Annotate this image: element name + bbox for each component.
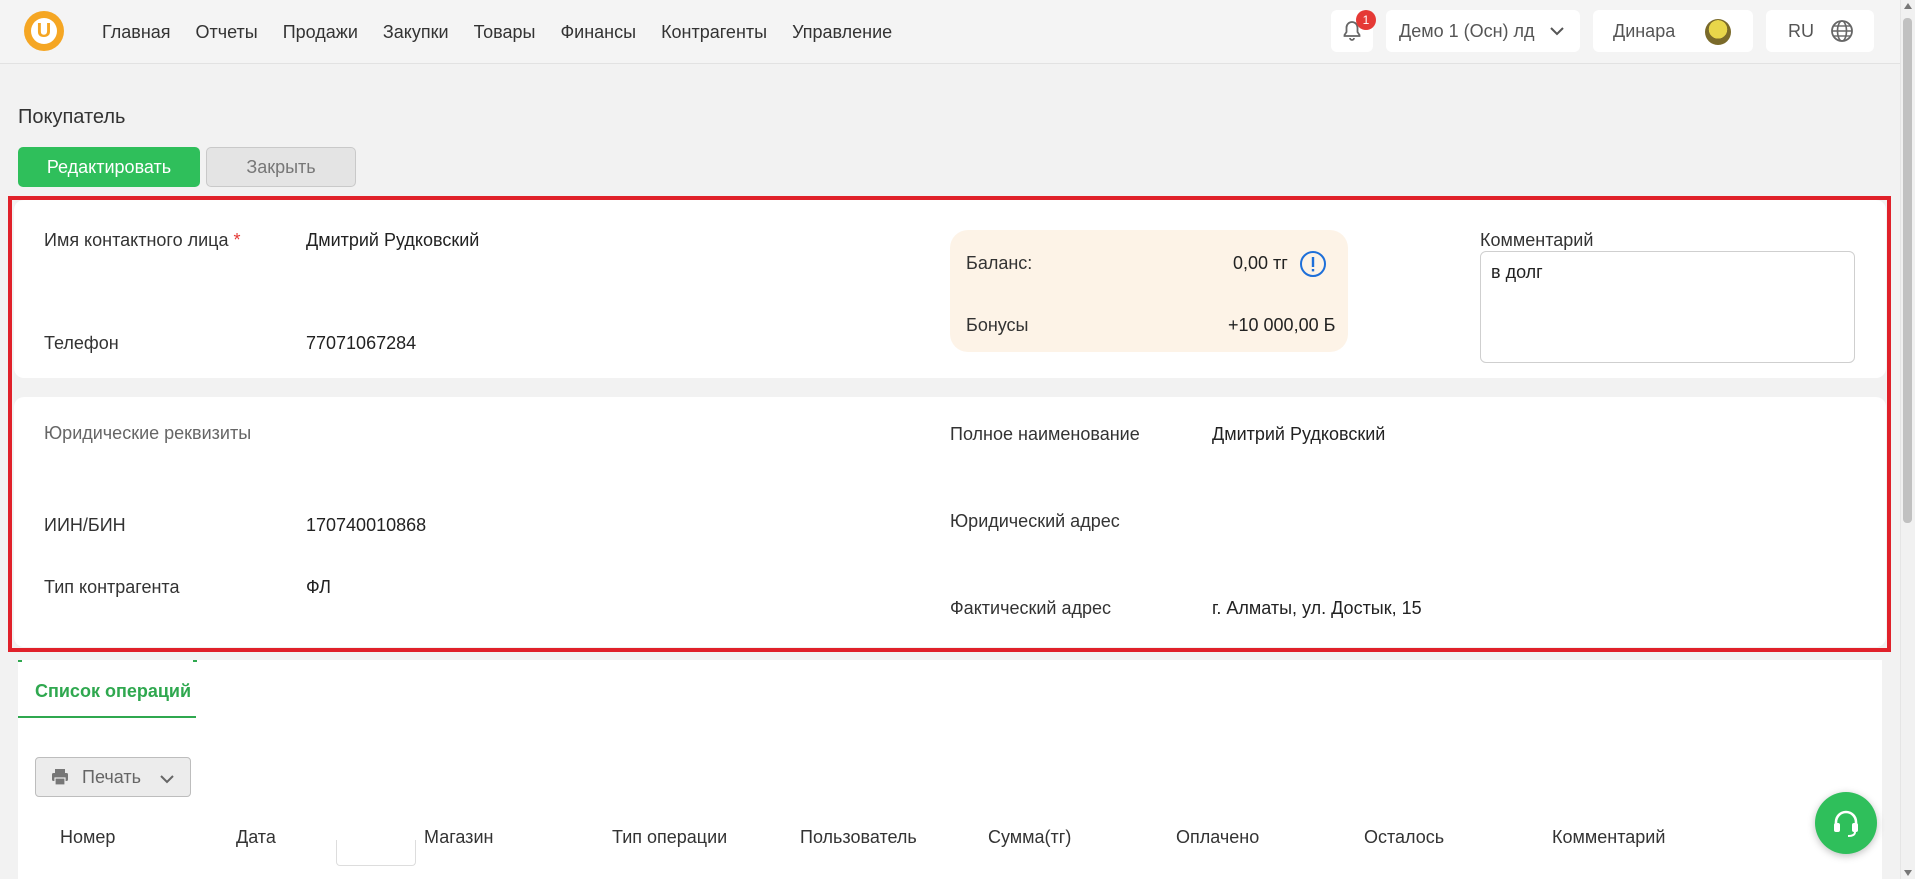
nav-item-management[interactable]: Управление xyxy=(792,22,892,43)
column-header-comment[interactable]: Комментарий xyxy=(1552,827,1665,848)
tab-operations-list[interactable]: Список операций xyxy=(18,666,196,718)
avatar xyxy=(1705,19,1731,45)
main-nav: Главная Отчеты Продажи Закупки Товары Фи… xyxy=(102,22,917,43)
globe-icon xyxy=(1831,20,1853,42)
store-selector[interactable]: Демо 1 (Осн) лд xyxy=(1386,10,1580,52)
scroll-up-arrow[interactable] xyxy=(1904,3,1912,9)
language-code: RU xyxy=(1788,20,1814,41)
notification-count-badge: 1 xyxy=(1356,10,1376,30)
printer-icon xyxy=(52,769,68,786)
column-header-operation-type[interactable]: Тип операции xyxy=(612,827,727,848)
store-name: Демо 1 (Осн) лд xyxy=(1399,20,1535,41)
top-navbar: U Главная Отчеты Продажи Закупки Товары … xyxy=(0,0,1900,64)
logo-letter: U xyxy=(31,18,57,44)
nav-item-finance[interactable]: Финансы xyxy=(560,22,636,43)
nav-item-sales[interactable]: Продажи xyxy=(283,22,358,43)
print-button[interactable]: Печать xyxy=(35,757,191,797)
scroll-down-arrow[interactable] xyxy=(1904,870,1912,876)
nav-item-purchases[interactable]: Закупки xyxy=(383,22,449,43)
chevron-down-icon xyxy=(1550,27,1564,36)
print-button-label: Печать xyxy=(82,766,141,787)
page-scrollbar[interactable] xyxy=(1900,0,1915,879)
tab-edge-right xyxy=(193,660,197,662)
column-header-number[interactable]: Номер xyxy=(60,827,115,848)
column-header-paid[interactable]: Оплачено xyxy=(1176,827,1259,848)
user-menu[interactable]: Динара xyxy=(1593,10,1753,52)
support-chat-button[interactable] xyxy=(1815,792,1877,854)
highlight-frame xyxy=(8,196,1891,652)
nav-item-reports[interactable]: Отчеты xyxy=(196,22,258,43)
column-header-store[interactable]: Магазин xyxy=(424,827,493,848)
nav-item-contractors[interactable]: Контрагенты xyxy=(661,22,767,43)
language-selector[interactable]: RU xyxy=(1766,10,1874,52)
edit-button[interactable]: Редактировать xyxy=(18,147,200,187)
close-button[interactable]: Закрыть xyxy=(206,147,356,187)
column-header-remaining[interactable]: Осталось xyxy=(1364,827,1444,848)
nav-item-home[interactable]: Главная xyxy=(102,22,171,43)
column-header-date[interactable]: Дата xyxy=(236,827,276,848)
tab-edge-left xyxy=(18,660,22,662)
page-title: Покупатель xyxy=(18,106,126,128)
headset-icon xyxy=(1834,810,1858,837)
column-header-amount[interactable]: Сумма(тг) xyxy=(988,827,1071,848)
chevron-down-icon xyxy=(160,775,174,784)
column-header-user[interactable]: Пользователь xyxy=(800,827,917,848)
nav-item-products[interactable]: Товары xyxy=(474,22,536,43)
scroll-thumb[interactable] xyxy=(1903,18,1912,523)
app-logo[interactable]: U xyxy=(24,11,64,51)
date-filter[interactable] xyxy=(336,840,416,866)
user-name: Динара xyxy=(1613,20,1676,41)
